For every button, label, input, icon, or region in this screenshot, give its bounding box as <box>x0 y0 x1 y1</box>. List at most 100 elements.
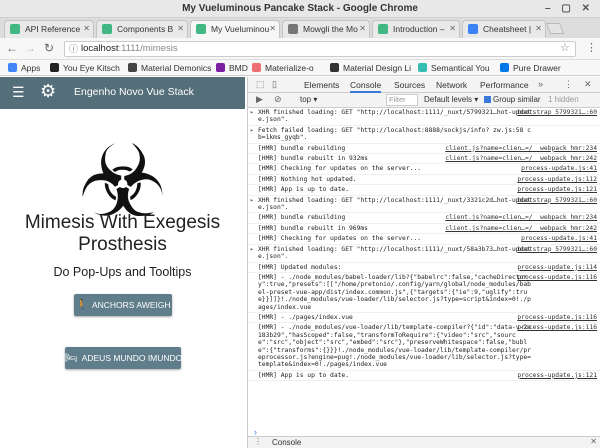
console-log-row: [HMR] - ./pages/index.vue process-update.… <box>248 313 600 324</box>
close-icon[interactable]: ✕ <box>269 21 276 37</box>
devtools-menu-icon[interactable]: ⋮ <box>564 79 573 90</box>
console-log-row: ▸ XHR finished loading: GET "http://local… <box>248 196 600 214</box>
apps-grid-icon <box>8 63 17 72</box>
console-filter-input[interactable]: Filter <box>386 94 418 106</box>
console-log-source-link[interactable]: bootstrap 5799321…:60 <box>517 246 597 253</box>
tab-introduction[interactable]: Introduction – ✕ <box>372 20 460 38</box>
hamburger-menu-icon[interactable]: ☰ <box>12 84 25 101</box>
console-log-source-link[interactable]: client.js?name=clien…=/__webpack_hmr:242 <box>445 155 597 162</box>
console-log-source-link[interactable]: bootstrap 5799321…:60 <box>517 197 597 204</box>
console-log-source-link[interactable]: bootstrap 5799321…:60 <box>517 109 597 116</box>
close-icon[interactable]: ✕ <box>359 21 366 37</box>
device-toolbar-icon[interactable]: ▯ <box>272 79 277 90</box>
bookmark-favicon-icon <box>418 63 427 72</box>
console-toolbar: ▶ ⊘ top ▾ Filter Default levels ▾ Group … <box>248 93 600 108</box>
bookmark-favicon-icon <box>128 63 137 72</box>
tab-cheatsheet[interactable]: Cheatsheet | ✕ <box>462 20 546 38</box>
bookmark-material-design-li[interactable]: Material Design Li <box>330 62 411 74</box>
drawer-menu-icon[interactable]: ⋮ <box>254 437 262 446</box>
console-log-row: [HMR] Updated modules: process-update.js:… <box>248 263 600 273</box>
console-log-source-link[interactable]: client.js?name=clien…=/__webpack_hmr:234 <box>445 214 597 221</box>
console-log-text: [HMR] Checking for updates on the server… <box>258 235 422 243</box>
console-log-source-link[interactable]: process-update.js:116 <box>517 324 597 331</box>
bookmark-favicon-icon <box>50 63 59 72</box>
clear-console-icon[interactable]: ⊘ <box>274 94 282 105</box>
more-tabs-icon[interactable]: » <box>538 79 543 89</box>
console-log-text: [HMR] bundle rebuilding <box>258 214 346 222</box>
tab-mowgli[interactable]: Mowgli the Mo ✕ <box>282 20 370 38</box>
console-log-source-link[interactable]: process-update.js:41 <box>521 165 597 172</box>
console-log-row: [HMR] Checking for updates on the server… <box>248 164 600 175</box>
url-field[interactable]: ⓘ localhost:1111/mimesis <box>64 41 576 57</box>
devtools-tab-console[interactable]: Console <box>350 77 382 93</box>
window-controls[interactable]: – ▢ ✕ <box>545 0 594 18</box>
log-levels-dropdown[interactable]: Default levels ▾ <box>424 95 478 104</box>
vue-favicon-icon <box>102 24 112 34</box>
console-log-source-link[interactable]: process-update.js:121 <box>517 186 597 193</box>
anchors-aweigh-button[interactable]: 🚶 ANCHORS AWEIGH <box>74 294 172 316</box>
console-log-source-link[interactable]: process-update.js:116 <box>517 314 597 321</box>
close-icon[interactable]: ✕ <box>535 21 542 37</box>
console-log-area: ▸ XHR finished loading: GET "http://local… <box>248 108 600 428</box>
close-icon[interactable]: ✕ <box>83 21 90 37</box>
close-icon[interactable]: ✕ <box>177 21 184 37</box>
devtools-tab-performance[interactable]: Performance <box>480 77 529 93</box>
bookmark-materialize[interactable]: Materialize-o <box>252 62 314 74</box>
close-icon[interactable]: ✕ <box>449 21 456 37</box>
console-log-source-link[interactable]: process-update.js:116 <box>517 274 597 281</box>
bookmark-material-demonics[interactable]: Material Demonics <box>128 62 211 74</box>
console-log-text: XHR finished loading: GET "http://localh… <box>258 109 531 124</box>
console-log-source-link[interactable]: process-update.js:41 <box>521 235 597 242</box>
devtools-tab-sources[interactable]: Sources <box>394 77 425 93</box>
forward-icon[interactable]: → <box>24 41 36 55</box>
console-log-text: [HMR] Updated modules: <box>258 263 342 271</box>
close-drawer-icon[interactable]: ✕ <box>590 437 597 446</box>
adeus-mundo-imundo-button[interactable]: 🛏 ADEUS MUNDO IMUNDO <box>65 347 182 369</box>
tab-label: My Vueluminou <box>211 24 270 34</box>
expand-caret-icon[interactable]: ▸ <box>250 127 254 134</box>
console-log-source-link[interactable]: process-update.js:112 <box>517 176 597 183</box>
console-log-source-link[interactable]: process-update.js:121 <box>517 372 597 379</box>
console-log-row: ▸ XHR finished loading: GET "http://local… <box>248 245 600 263</box>
bookmark-you-eye-kitsch[interactable]: You Eye Kitsch <box>50 62 120 74</box>
back-icon[interactable]: ← <box>6 41 18 55</box>
info-icon[interactable]: ⓘ <box>69 42 78 56</box>
vue-favicon-icon <box>196 24 206 34</box>
bookmark-semantical-you[interactable]: Semantical You <box>418 62 490 74</box>
walking-person-icon: 🚶 <box>75 300 88 311</box>
group-similar-toggle[interactable]: Group similar <box>484 95 541 104</box>
console-log-row: [HMR] bundle rebuilt in 932ms client.js?n… <box>248 154 600 165</box>
tab-label: Introduction – <box>393 24 445 34</box>
vue-favicon-icon <box>378 24 388 34</box>
show-drawer-icon[interactable]: ▶ <box>256 94 263 105</box>
url-host: localhost <box>81 43 119 54</box>
inspect-element-icon[interactable]: ⬚ <box>256 79 265 90</box>
bookmark-apps[interactable]: Apps <box>8 62 40 74</box>
tab-my-vueluminous[interactable]: My Vueluminou ✕ <box>190 20 280 39</box>
close-devtools-icon[interactable]: ✕ <box>584 79 592 90</box>
console-log-source-link[interactable]: client.js?name=clien…=/__webpack_hmr:234 <box>445 145 597 152</box>
console-log-text: [HMR] App is up to date. <box>258 371 349 379</box>
context-selector[interactable]: top ▾ <box>300 95 317 104</box>
tab-api-reference[interactable]: API Reference ✕ <box>4 20 94 38</box>
drawer-tab-console[interactable]: Console <box>272 437 301 448</box>
chrome-menu-icon[interactable]: ⋮ <box>586 41 597 54</box>
tab-components[interactable]: Components B ✕ <box>96 20 188 38</box>
bookmark-star-icon[interactable]: ☆ <box>560 41 570 54</box>
expand-caret-icon[interactable]: ▸ <box>250 197 254 204</box>
expand-caret-icon[interactable]: ▸ <box>250 246 254 253</box>
bookmark-pure-drawer[interactable]: Pure Drawer <box>500 62 561 74</box>
expand-caret-icon[interactable]: ▸ <box>250 109 254 116</box>
devtools-tab-network[interactable]: Network <box>436 77 467 93</box>
bookmark-bmd[interactable]: BMD <box>216 62 248 74</box>
hidden-count: 1 hidden <box>548 95 579 104</box>
reload-icon[interactable]: ↻ <box>44 41 54 55</box>
page-subheadline: Do Pop-Ups and Tooltips <box>53 265 192 279</box>
console-log-source-link[interactable]: client.js?name=clien…=/__webpack_hmr:242 <box>445 225 597 232</box>
console-log-source-link[interactable]: process-update.js:114 <box>517 264 597 271</box>
console-prompt[interactable]: › <box>248 428 600 437</box>
console-log-text: [HMR] Checking for updates on the server… <box>258 165 422 173</box>
bookmark-favicon-icon <box>252 63 261 72</box>
devtools-tab-elements[interactable]: Elements <box>304 77 339 93</box>
bookmark-favicon-icon <box>330 63 339 72</box>
